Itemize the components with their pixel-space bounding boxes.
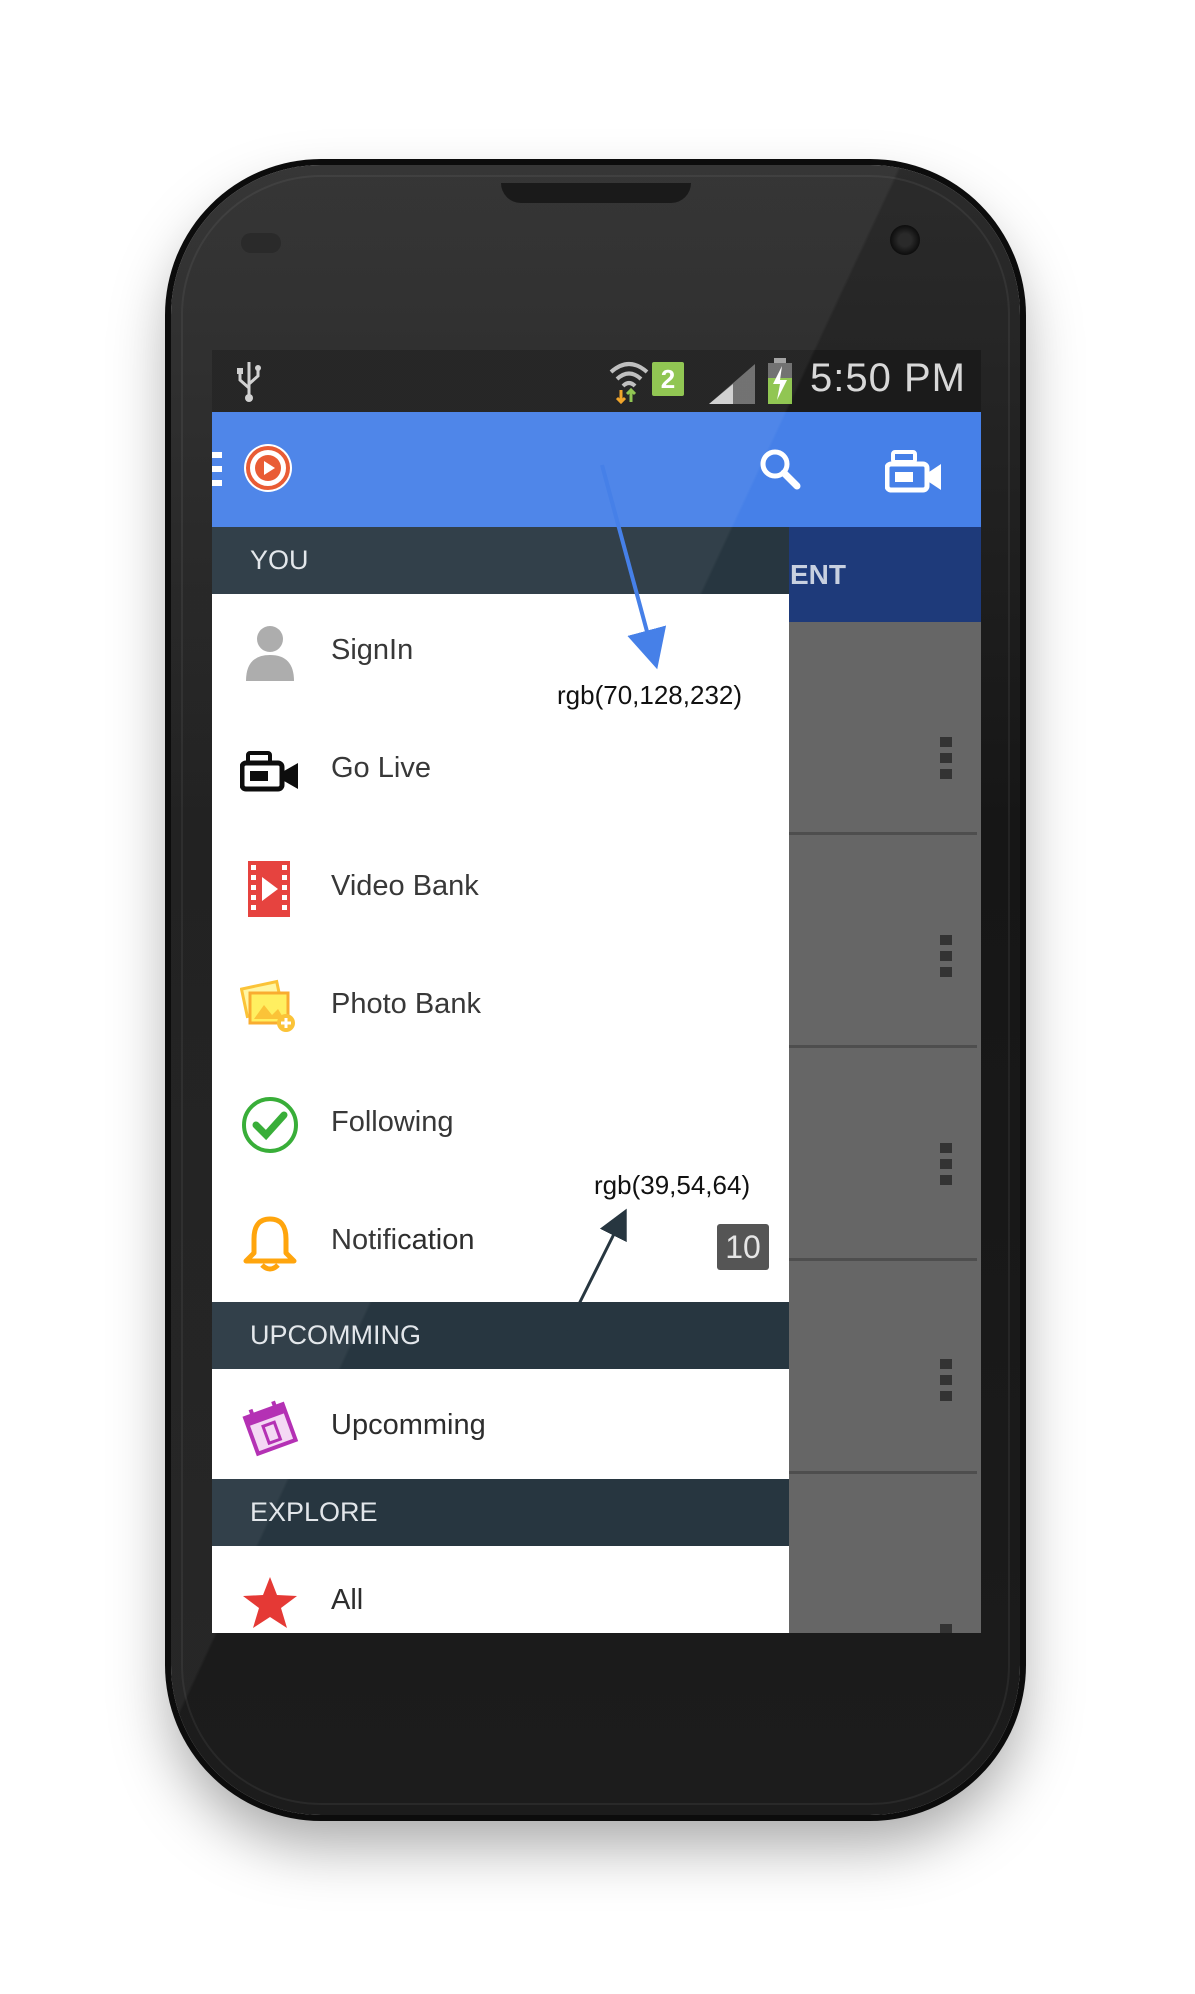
overflow-menu-icon[interactable] [940, 1143, 952, 1191]
section-header-explore: EXPLORE [212, 1479, 789, 1546]
signal-strength-icon [709, 364, 755, 404]
background-card [787, 622, 977, 835]
drawer-item-label: Upcomming [331, 1409, 486, 1441]
drawer-item-photo-bank[interactable]: Photo Bank [212, 948, 789, 1066]
bell-icon [243, 1216, 297, 1272]
drawer-item-label: Following [331, 1106, 454, 1138]
drawer-item-notification[interactable]: Notification 10 [212, 1184, 789, 1302]
background-card [787, 1048, 977, 1261]
drawer-item-following[interactable]: Following [212, 1066, 789, 1184]
overflow-menu-icon[interactable] [940, 1624, 952, 1633]
usb-icon [237, 362, 261, 402]
front-camera [890, 225, 920, 255]
video-camera-icon [240, 751, 298, 792]
calendar-icon [242, 1400, 299, 1457]
drawer-item-all[interactable]: All [212, 1546, 789, 1633]
status-bar: 2 5:50 PM [212, 350, 981, 412]
drawer-item-label: Notification [331, 1224, 475, 1256]
notification-count-badge: 10 [717, 1224, 769, 1270]
section-header-you: YOU [212, 527, 789, 594]
search-icon[interactable] [757, 446, 803, 492]
video-file-icon [248, 861, 290, 917]
annotation-appbar-color: rgb(70,128,232) [557, 680, 743, 710]
section-header-upcomming: UPCOMMING [212, 1302, 789, 1369]
background-card [787, 1474, 977, 1633]
speaker-grille [501, 183, 691, 203]
check-circle-icon [242, 1097, 298, 1153]
drawer-item-label: Photo Bank [331, 988, 481, 1020]
drawer-item-label: All [331, 1584, 364, 1616]
overflow-menu-icon[interactable] [940, 1359, 952, 1407]
proximity-sensor [241, 233, 281, 253]
overflow-menu-icon[interactable] [940, 737, 952, 785]
clock: 5:50 PM [810, 356, 966, 400]
app-bar [212, 412, 981, 527]
background-card [787, 1261, 977, 1474]
star-icon [243, 1577, 297, 1628]
app-logo-icon[interactable] [242, 442, 294, 494]
background-card [787, 835, 977, 1048]
drawer-item-go-live[interactable]: Go Live [212, 712, 789, 830]
drawer-item-label: Video Bank [331, 870, 479, 902]
background-tab-label[interactable]: ENT [790, 559, 846, 591]
video-camera-icon[interactable] [885, 450, 943, 494]
drawer-item-video-bank[interactable]: Video Bank [212, 830, 789, 948]
drawer-item-upcomming[interactable]: Upcomming [212, 1369, 789, 1487]
sim-slot-badge: 2 [652, 362, 684, 396]
overflow-menu-icon[interactable] [940, 935, 952, 983]
wifi-icon [609, 362, 649, 404]
menu-icon[interactable] [212, 452, 222, 492]
user-icon [246, 626, 294, 681]
annotation-header-color: rgb(39,54,64) [594, 1170, 751, 1200]
photo-add-icon [240, 979, 295, 1032]
screen: 2 5:50 PM ENT YOU SignIn Go Live Video B… [212, 350, 981, 1633]
drawer-item-label: SignIn [331, 634, 414, 666]
battery-charging-icon [768, 358, 792, 404]
drawer-item-label: Go Live [331, 752, 431, 784]
